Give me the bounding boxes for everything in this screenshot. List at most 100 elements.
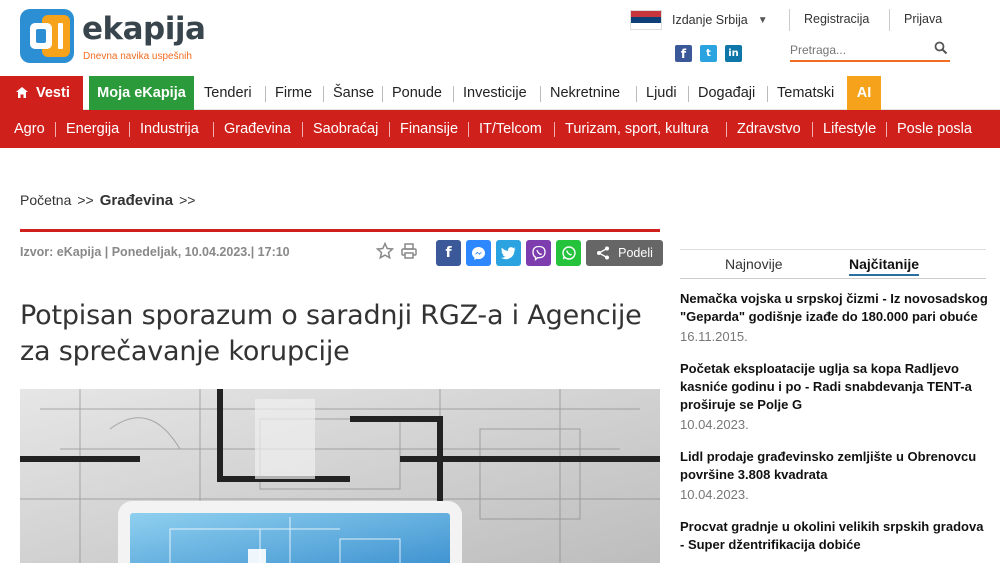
divider bbox=[540, 86, 541, 102]
print-icon[interactable] bbox=[400, 242, 418, 260]
serbia-flag-icon bbox=[630, 10, 662, 30]
facebook-share-icon[interactable]: f bbox=[436, 240, 461, 266]
nav-item-ai[interactable]: AI bbox=[847, 76, 881, 110]
nav-item-dogadjaji[interactable]: Događaji bbox=[698, 76, 755, 110]
nav-item-label: Vesti bbox=[36, 85, 70, 101]
star-icon[interactable] bbox=[376, 242, 394, 260]
divider bbox=[812, 122, 813, 137]
nav-item-tematski[interactable]: Tematski bbox=[777, 76, 834, 110]
divider bbox=[688, 86, 689, 102]
list-item-title[interactable]: Početak eksploatacije uglja sa kopa Radl… bbox=[680, 360, 990, 414]
divider bbox=[886, 122, 887, 137]
category-gradjevina[interactable]: Građevina bbox=[224, 110, 291, 148]
share-label: Podeli bbox=[618, 246, 653, 260]
sidebar-tabs: Najnovije Najčitanije bbox=[680, 249, 986, 279]
article-hero-image bbox=[20, 389, 660, 563]
category-saobracaj[interactable]: Saobraćaj bbox=[313, 110, 378, 148]
list-item-date: 10.04.2023. bbox=[680, 417, 749, 432]
divider bbox=[389, 122, 390, 137]
article-meta: Izvor: eKapija | Ponedeljak, 10.04.2023.… bbox=[20, 245, 290, 259]
home-icon bbox=[16, 87, 28, 98]
nav-item-investicije[interactable]: Investicije bbox=[463, 76, 527, 110]
list-item-date: 10.04.2023. bbox=[680, 487, 749, 502]
list-item-title[interactable]: Lidl prodaje građevinsko zemljište u Obr… bbox=[680, 448, 990, 484]
category-lifestyle[interactable]: Lifestyle bbox=[823, 110, 876, 148]
messenger-share-icon[interactable] bbox=[466, 240, 491, 266]
share-button[interactable]: Podeli bbox=[586, 240, 663, 266]
category-industrija[interactable]: Industrija bbox=[140, 110, 199, 148]
category-energija[interactable]: Energija bbox=[66, 110, 119, 148]
logo-text: ekapija bbox=[82, 11, 206, 47]
list-item[interactable]: Nemačka vojska u srpskoj čizmi - Iz novo… bbox=[680, 290, 990, 347]
nav-item-ponude[interactable]: Ponude bbox=[392, 76, 442, 110]
divider bbox=[129, 122, 130, 137]
breadcrumb-separator: >> bbox=[77, 192, 94, 208]
article-title: Potpisan sporazum o saradnji RGZ-a i Age… bbox=[20, 300, 642, 367]
divider bbox=[889, 9, 890, 31]
twitter-icon[interactable]: t bbox=[700, 45, 717, 62]
breadcrumb-home[interactable]: Početna bbox=[20, 192, 71, 208]
list-item[interactable]: Lidl prodaje građevinsko zemljište u Obr… bbox=[680, 448, 990, 505]
divider bbox=[726, 122, 727, 137]
linkedin-icon[interactable]: in bbox=[725, 45, 742, 62]
nav-item-vesti[interactable]: Vesti bbox=[0, 76, 83, 110]
logo-tagline: Dnevna navika uspešnih bbox=[83, 51, 192, 62]
divider bbox=[789, 9, 790, 31]
divider bbox=[554, 122, 555, 137]
nav-item-ljudi[interactable]: Ljudi bbox=[646, 76, 677, 110]
tab-najnovije[interactable]: Najnovije bbox=[725, 256, 783, 272]
whatsapp-share-icon[interactable] bbox=[556, 240, 581, 266]
category-it-telcom[interactable]: IT/Telcom bbox=[479, 110, 542, 148]
nav-item-sanse[interactable]: Šanse bbox=[333, 76, 374, 110]
divider bbox=[265, 86, 266, 102]
breadcrumb: Početna >> Građevina >> bbox=[20, 192, 195, 209]
viber-share-icon[interactable] bbox=[526, 240, 551, 266]
tab-najcitanije[interactable]: Najčitanije bbox=[849, 256, 920, 276]
divider bbox=[323, 86, 324, 102]
register-link[interactable]: Registracija bbox=[804, 12, 869, 26]
search-input[interactable] bbox=[790, 40, 930, 60]
category-posle-posla[interactable]: Posle posla bbox=[897, 110, 972, 148]
breadcrumb-current[interactable]: Građevina bbox=[100, 192, 173, 209]
edition-label: Izdanje Srbija bbox=[672, 13, 748, 27]
category-agro[interactable]: Agro bbox=[14, 110, 45, 148]
login-link[interactable]: Prijava bbox=[904, 12, 942, 26]
blueprint-tablet-image bbox=[20, 389, 660, 563]
most-read-list: Nemačka vojska u srpskoj čizmi - Iz novo… bbox=[680, 290, 990, 563]
list-item-title[interactable]: Nemačka vojska u srpskoj čizmi - Iz novo… bbox=[680, 290, 990, 326]
divider bbox=[453, 86, 454, 102]
list-item[interactable]: Procvat gradnje u okolini velikih srpski… bbox=[680, 518, 990, 554]
list-item[interactable]: Početak eksploatacije uglja sa kopa Radl… bbox=[680, 360, 990, 435]
category-zdravstvo[interactable]: Zdravstvo bbox=[737, 110, 801, 148]
divider bbox=[636, 86, 637, 102]
twitter-share-icon[interactable] bbox=[496, 240, 521, 266]
divider bbox=[302, 122, 303, 137]
edition-selector[interactable]: Izdanje Srbija ▼ bbox=[630, 9, 768, 31]
social-links: f t in bbox=[675, 45, 742, 62]
nav-item-firme[interactable]: Firme bbox=[275, 76, 312, 110]
divider bbox=[213, 122, 214, 137]
nav-item-moja-ekapija[interactable]: Moja eKapija bbox=[89, 76, 194, 110]
search-icon[interactable] bbox=[934, 41, 948, 55]
divider bbox=[55, 122, 56, 137]
nav-item-nekretnine[interactable]: Nekretnine bbox=[550, 76, 620, 110]
category-turizam[interactable]: Turizam, sport, kultura bbox=[565, 110, 709, 148]
search-box bbox=[790, 40, 950, 62]
chevron-down-icon: ▼ bbox=[757, 14, 768, 26]
breadcrumb-separator: >> bbox=[179, 192, 196, 208]
divider bbox=[767, 86, 768, 102]
main-nav: Vesti Moja eKapija Tenderi Firme Šanse P… bbox=[0, 76, 1000, 110]
ekapija-logo-icon bbox=[20, 9, 74, 63]
share-icon bbox=[597, 246, 610, 260]
nav-item-tenderi[interactable]: Tenderi bbox=[204, 76, 252, 110]
share-bar: f Podeli bbox=[436, 240, 663, 266]
category-finansije[interactable]: Finansije bbox=[400, 110, 458, 148]
facebook-icon[interactable]: f bbox=[675, 45, 692, 62]
divider bbox=[382, 86, 383, 102]
site-logo[interactable]: ekapija Dnevna navika uspešnih bbox=[20, 9, 206, 67]
site-header: ekapija Dnevna navika uspešnih Izdanje S… bbox=[0, 0, 1000, 76]
divider bbox=[468, 122, 469, 137]
category-nav: Agro Energija Industrija Građevina Saobr… bbox=[0, 110, 1000, 148]
list-item-title[interactable]: Procvat gradnje u okolini velikih srpski… bbox=[680, 518, 990, 554]
article-divider bbox=[20, 229, 660, 232]
